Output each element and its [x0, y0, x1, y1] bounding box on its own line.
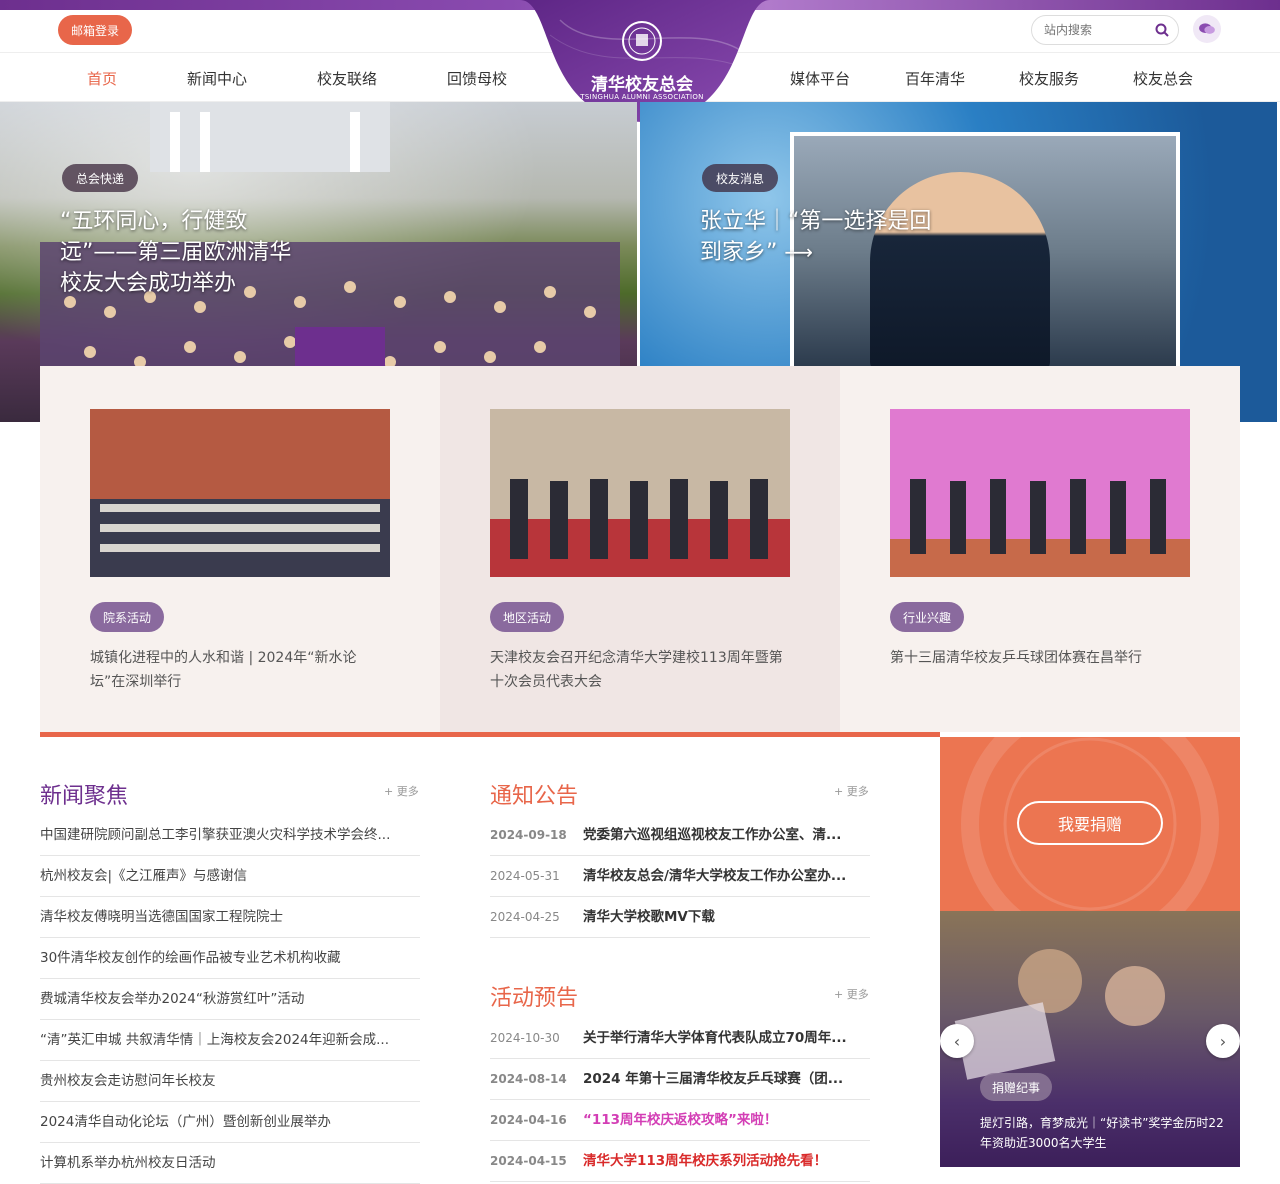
notice-date: 2024-09-18 — [490, 828, 567, 842]
activity-card[interactable]: 行业兴趣 第十三届清华校友乒乓球团体赛在昌举行 — [840, 366, 1240, 732]
news-item[interactable]: 2024清华自动化论坛（广州）暨创新创业展举办 — [40, 1102, 420, 1143]
nav-news-center[interactable]: 新闻中心 — [187, 68, 247, 89]
site-search[interactable] — [1031, 15, 1179, 45]
nav-alumni-contact[interactable]: 校友联络 — [317, 68, 377, 89]
event-title[interactable]: 2024 年第十三届清华校友乒乓球赛（团... — [583, 1059, 843, 1099]
mail-login-button[interactable]: 邮箱登录 — [58, 15, 132, 45]
events-title[interactable]: 活动预告 — [490, 980, 578, 1012]
news-item[interactable]: 计算机系举办杭州校友日活动 — [40, 1143, 420, 1184]
news-item[interactable]: 30件清华校友创作的绘画作品被专业艺术机构收藏 — [40, 938, 420, 979]
hero-right-badge[interactable]: 校友消息 — [702, 164, 779, 192]
hero-left-badge[interactable]: 总会快递 — [62, 164, 139, 192]
nav-centennial[interactable]: 百年清华 — [905, 68, 965, 89]
activity-card[interactable]: 院系活动 城镇化进程中的人水和谐 | 2024年“新水论坛”在深圳举行 — [40, 366, 440, 732]
event-title[interactable]: 清华大学113周年校庆系列活动抢先看！ — [583, 1141, 827, 1181]
event-date: 2024-10-30 — [490, 1031, 560, 1045]
story-title[interactable]: 提灯引路，育梦成光｜“好读书”奖学金历时22年资助近3000名大学生 — [980, 1113, 1230, 1153]
nav-give-back[interactable]: 回馈母校 — [447, 68, 507, 89]
event-date: 2024-04-15 — [490, 1154, 567, 1168]
card-description[interactable]: 天津校友会召开纪念清华大学建校113周年暨第十次会员代表大会 — [490, 646, 790, 694]
nav-home[interactable]: 首页 — [87, 68, 117, 89]
notice-title[interactable]: 清华大学校歌MV下载 — [583, 897, 715, 937]
card-tag[interactable]: 行业兴趣 — [890, 602, 965, 632]
story-tag[interactable]: 捐赠纪事 — [980, 1073, 1053, 1101]
section-divider — [40, 732, 940, 737]
logo-subtitle: TSINGHUA ALUMNI ASSOCIATION — [580, 93, 704, 101]
news-item[interactable]: 清华校友傅晓明当选德国国家工程院院士 — [40, 897, 420, 938]
news-focus-more-link[interactable]: + 更多 — [384, 783, 419, 799]
notices-more-link[interactable]: + 更多 — [834, 783, 869, 799]
event-item[interactable]: 2024-04-15 清华大学113周年校庆系列活动抢先看！ — [490, 1141, 870, 1182]
activity-card[interactable]: 地区活动 天津校友会召开纪念清华大学建校113周年暨第十次会员代表大会 — [440, 366, 840, 732]
nav-alumni-association[interactable]: 校友总会 — [1133, 68, 1193, 89]
notice-item[interactable]: 2024-04-25 清华大学校歌MV下载 — [490, 897, 870, 938]
news-item[interactable]: “清”英汇申城 共叙清华情｜上海校友会2024年迎新会成... — [40, 1020, 420, 1061]
event-item[interactable]: 2024-08-14 2024 年第十三届清华校友乒乓球赛（团... — [490, 1059, 870, 1100]
tsinghua-seal-icon[interactable] — [621, 20, 663, 62]
card-image-forum — [90, 409, 390, 577]
notice-date: 2024-05-31 — [490, 869, 560, 883]
activity-cards: 院系活动 城镇化进程中的人水和谐 | 2024年“新水论坛”在深圳举行 地区活动… — [40, 366, 1240, 732]
event-title[interactable]: 关于举行清华大学体育代表队成立70周年... — [583, 1018, 847, 1058]
nav-alumni-services[interactable]: 校友服务 — [1019, 68, 1079, 89]
news-item[interactable]: 贵州校友会走访慰问年长校友 — [40, 1061, 420, 1102]
events-more-link[interactable]: + 更多 — [834, 986, 869, 1002]
notice-title[interactable]: 党委第六巡视组巡视校友工作办公室、清... — [583, 815, 841, 855]
card-tag[interactable]: 院系活动 — [90, 602, 165, 632]
donation-story-slide[interactable]: ‹ › 捐赠纪事 提灯引路，育梦成光｜“好读书”奖学金历时22年资助近3000名… — [940, 911, 1240, 1167]
card-image-assembly — [490, 409, 790, 577]
chevron-left-icon[interactable]: ‹ — [940, 1024, 974, 1058]
card-tag[interactable]: 地区活动 — [490, 602, 565, 632]
events-list: 2024-10-30 关于举行清华大学体育代表队成立70周年... 2024-08… — [490, 1018, 870, 1182]
news-item[interactable]: 中国建研院顾问副总工李引擎获亚澳火灾科学技术学会终... — [40, 815, 420, 856]
card-description[interactable]: 城镇化进程中的人水和谐 | 2024年“新水论坛”在深圳举行 — [90, 646, 390, 694]
logo-title[interactable]: 清华校友总会 — [560, 70, 724, 95]
card-image-pingpong — [890, 409, 1190, 577]
notice-item[interactable]: 2024-09-18 党委第六巡视组巡视校友工作办公室、清... — [490, 815, 870, 856]
notices-list: 2024-09-18 党委第六巡视组巡视校友工作办公室、清... 2024-05-… — [490, 815, 870, 938]
event-item[interactable]: 2024-04-16 “113周年校庆返校攻略”来啦！ — [490, 1100, 870, 1141]
notice-item[interactable]: 2024-05-31 清华校友总会/清华大学校友工作办公室办... — [490, 856, 870, 897]
notices-title[interactable]: 通知公告 — [490, 778, 578, 810]
hero-right-title-wrap[interactable]: 张立华｜“第一选择是回到家乡” ⟶ — [700, 206, 940, 268]
event-item[interactable]: 2024-10-30 关于举行清华大学体育代表队成立70周年... — [490, 1018, 870, 1059]
search-input[interactable] — [1044, 23, 1154, 37]
news-focus-list: 中国建研院顾问副总工李引擎获亚澳火灾科学技术学会终... 杭州校友会|《之江雁声… — [40, 815, 420, 1184]
wechat-icon[interactable] — [1193, 15, 1221, 43]
search-icon[interactable] — [1155, 23, 1169, 37]
arrow-right-icon[interactable]: ⟶ — [784, 240, 813, 264]
hero-left-title[interactable]: “五环同心，行健致远”——第三届欧洲清华校友大会成功举办 — [60, 206, 300, 299]
donate-button[interactable]: 我要捐赠 — [1017, 801, 1163, 845]
event-title[interactable]: “113周年校庆返校攻略”来啦！ — [583, 1100, 777, 1140]
nav-media-platform[interactable]: 媒体平台 — [790, 68, 850, 89]
news-item[interactable]: 杭州校友会|《之江雁声》与感谢信 — [40, 856, 420, 897]
donate-panel: 我要捐赠 — [940, 737, 1240, 911]
card-description[interactable]: 第十三届清华校友乒乓球团体赛在昌举行 — [890, 646, 1190, 670]
event-date: 2024-04-16 — [490, 1113, 567, 1127]
news-item[interactable]: 费城清华校友会举办2024“秋游赏红叶”活动 — [40, 979, 420, 1020]
chevron-right-icon[interactable]: › — [1206, 1024, 1240, 1058]
notice-title[interactable]: 清华校友总会/清华大学校友工作办公室办... — [583, 856, 846, 896]
news-focus-title[interactable]: 新闻聚焦 — [40, 778, 128, 810]
speaker-figure — [870, 172, 1050, 372]
notice-date: 2024-04-25 — [490, 910, 560, 924]
hero-right-title[interactable]: 张立华｜“第一选择是回到家乡” — [700, 209, 931, 265]
event-date: 2024-08-14 — [490, 1072, 567, 1086]
